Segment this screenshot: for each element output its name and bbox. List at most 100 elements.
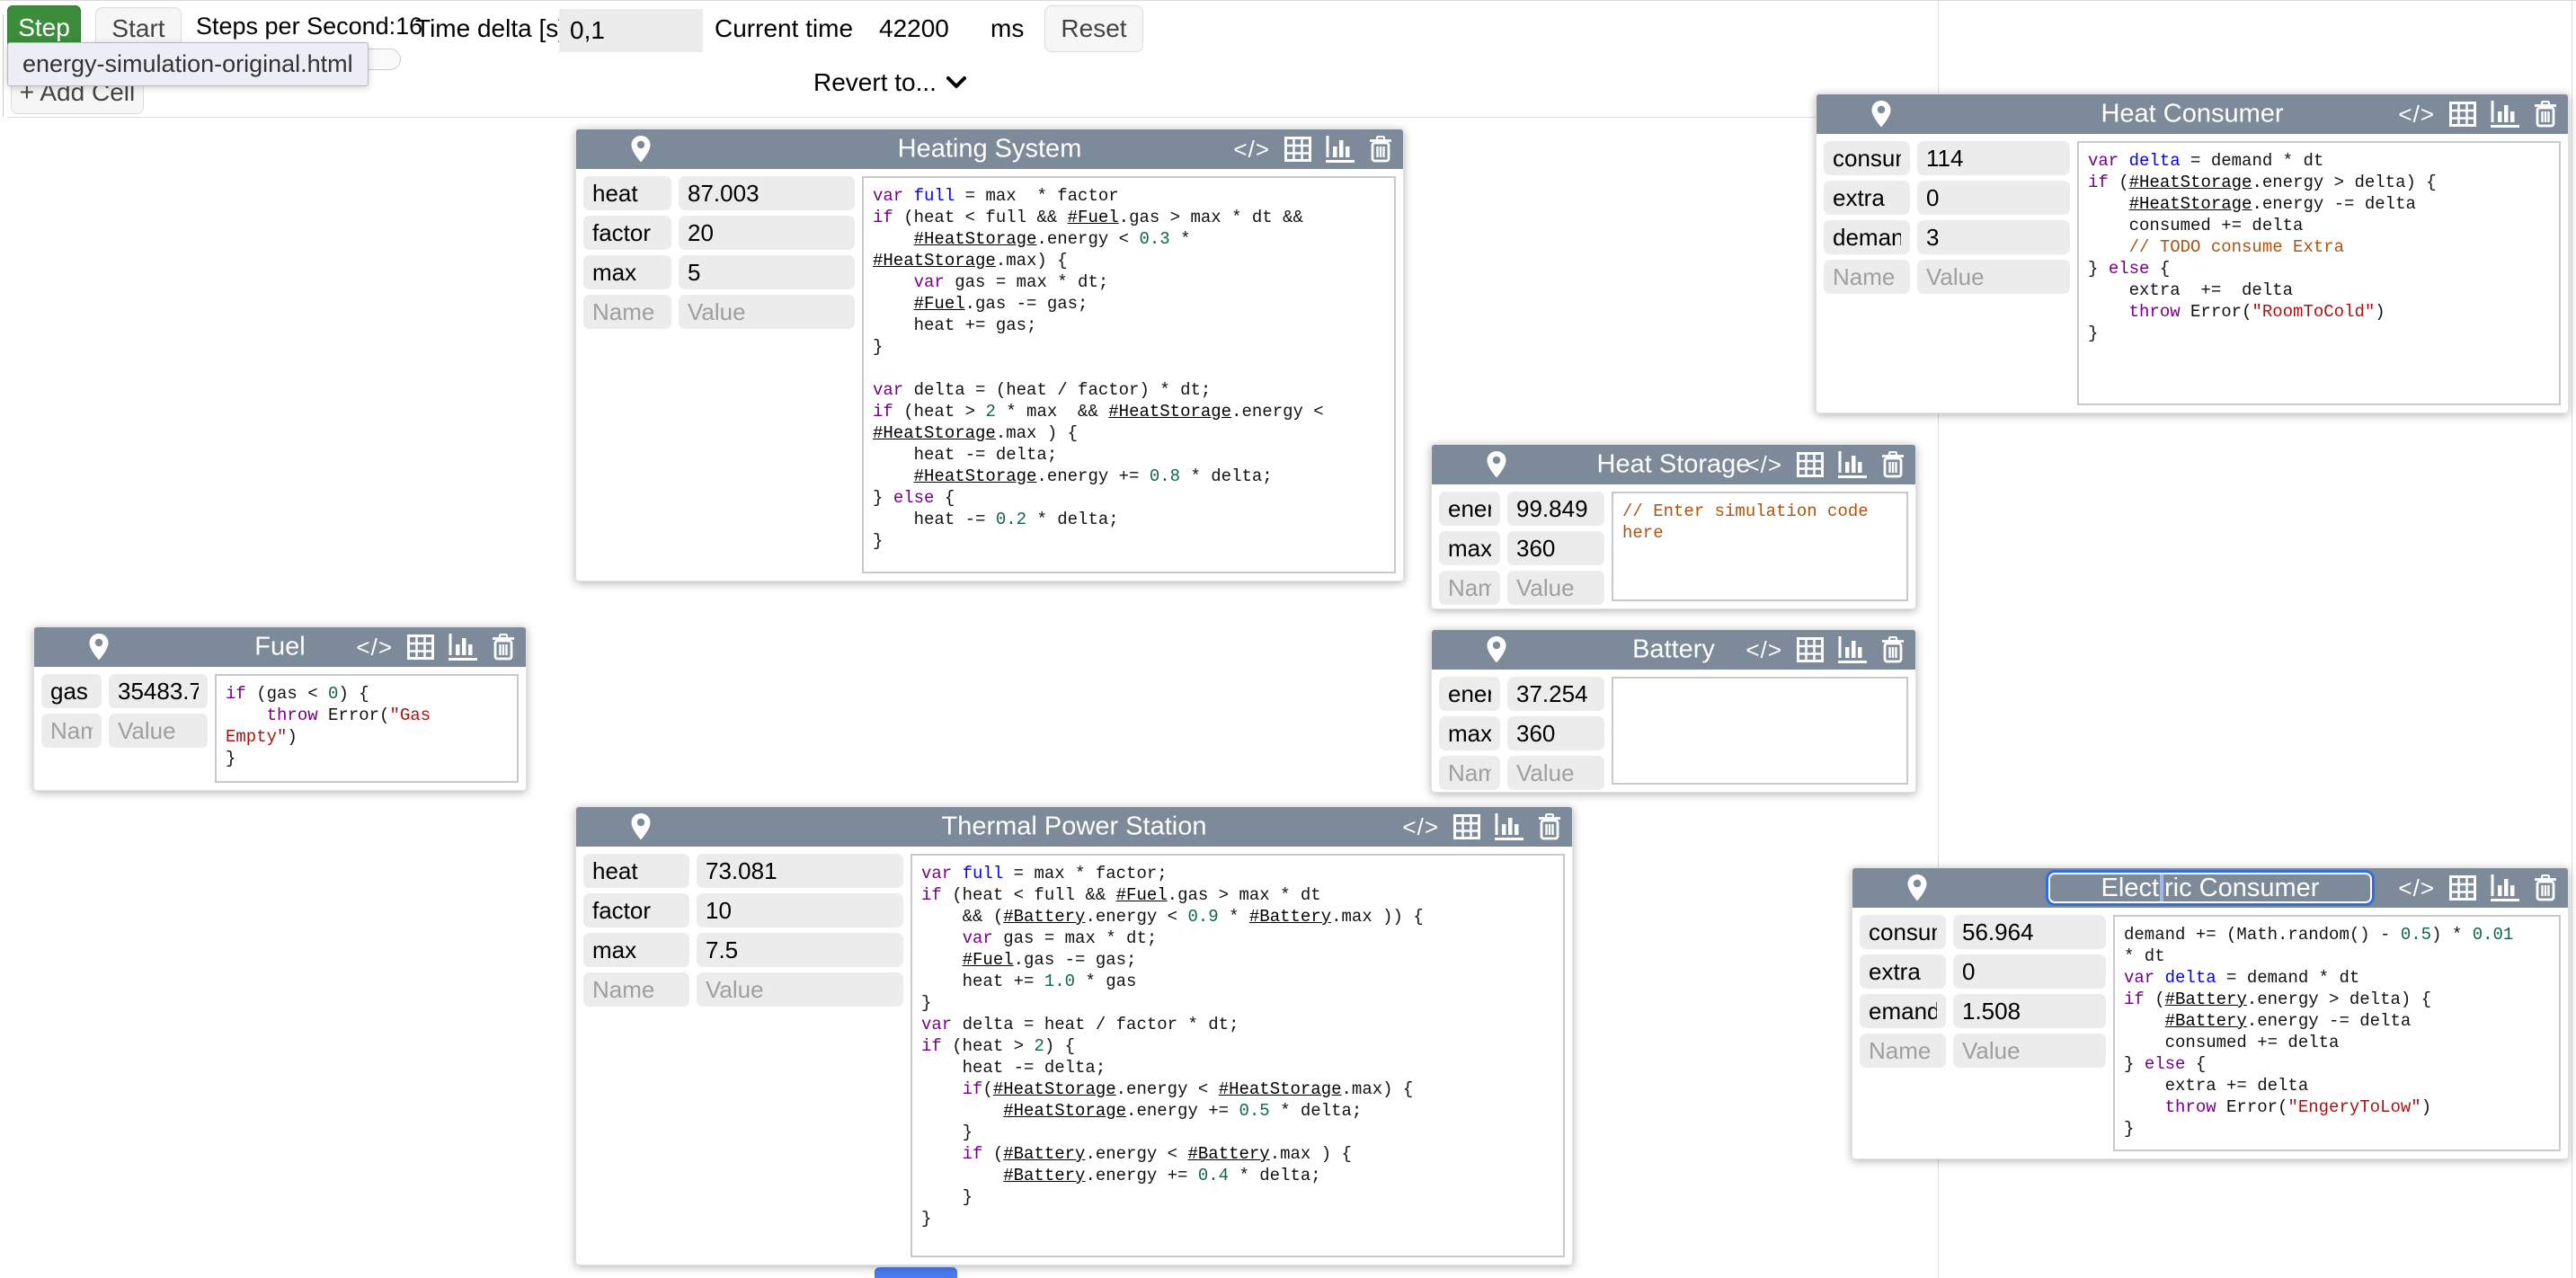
chart-view-icon[interactable]	[2491, 874, 2519, 901]
table-view-icon[interactable]	[1453, 814, 1480, 839]
code-editor[interactable]: if (gas < 0) { throw Error("GasEmpty")}	[215, 674, 519, 783]
trash-icon[interactable]	[1538, 813, 1561, 840]
menu-icon[interactable]	[1444, 455, 1471, 475]
variable-name-input[interactable]	[1860, 994, 1946, 1028]
variable-value-input[interactable]	[1507, 492, 1604, 526]
menu-icon[interactable]	[1829, 104, 1856, 125]
trash-icon[interactable]	[2534, 101, 2557, 128]
cell-header[interactable]: Battery </>	[1432, 630, 1915, 670]
variable-name-input[interactable]	[41, 714, 102, 748]
cell-title[interactable]: Fuel	[254, 633, 305, 662]
cell-title[interactable]: Heat Storage	[1597, 450, 1751, 480]
table-view-icon[interactable]	[1797, 637, 1824, 662]
cell-header[interactable]: Heat Consumer </>	[1817, 94, 2568, 134]
trash-icon[interactable]	[1369, 136, 1392, 163]
partial-blue-button[interactable]	[875, 1267, 957, 1278]
menu-icon[interactable]	[1444, 640, 1471, 661]
variable-name-input[interactable]	[583, 933, 689, 967]
cell-title[interactable]: Thermal Power Station	[942, 812, 1207, 842]
revert-dropdown[interactable]: Revert to...	[813, 68, 967, 97]
variable-value-input[interactable]	[1953, 915, 2106, 949]
cell-title[interactable]: Heat Consumer	[2101, 100, 2283, 129]
table-view-icon[interactable]	[407, 635, 434, 660]
code-view-icon[interactable]: </>	[1402, 813, 1439, 841]
cell-header[interactable]: Heat Storage </>	[1432, 445, 1915, 484]
code-editor[interactable]: var full = max * factor;if (heat < full …	[910, 854, 1565, 1257]
variable-name-input[interactable]	[1824, 220, 1910, 254]
cell-header[interactable]: Electric Consumer </>	[1852, 868, 2568, 908]
table-view-icon[interactable]	[1284, 137, 1311, 162]
variable-value-input[interactable]	[109, 674, 208, 708]
menu-icon[interactable]	[47, 637, 74, 658]
variable-value-input[interactable]	[679, 216, 855, 250]
chart-view-icon[interactable]	[1838, 636, 1867, 663]
variable-value-input[interactable]	[697, 893, 903, 927]
code-view-icon[interactable]: </>	[2398, 101, 2435, 129]
code-view-icon[interactable]: </>	[2398, 874, 2435, 902]
variable-name-input[interactable]	[1439, 677, 1500, 711]
trash-icon[interactable]	[1881, 451, 1905, 478]
variable-name-input[interactable]	[1439, 571, 1500, 605]
variable-value-input[interactable]	[1917, 181, 2070, 215]
variable-value-input[interactable]	[1507, 756, 1604, 790]
variable-value-input[interactable]	[1917, 260, 2070, 294]
cell-header[interactable]: Heating System </>	[576, 129, 1403, 169]
menu-icon[interactable]	[589, 139, 616, 160]
variable-value-input[interactable]	[109, 714, 208, 748]
chart-view-icon[interactable]	[1838, 451, 1867, 478]
code-view-icon[interactable]: </>	[356, 634, 393, 661]
table-view-icon[interactable]	[2449, 102, 2476, 127]
variable-value-input[interactable]	[679, 295, 855, 329]
location-pin-icon[interactable]	[1486, 450, 1507, 479]
variable-name-input[interactable]	[1860, 954, 1946, 989]
variable-value-input[interactable]	[1917, 141, 2070, 175]
variable-name-input[interactable]	[1439, 716, 1500, 750]
variable-value-input[interactable]	[697, 933, 903, 967]
trash-icon[interactable]	[2534, 874, 2557, 901]
table-view-icon[interactable]	[2449, 875, 2476, 901]
code-view-icon[interactable]: </>	[1233, 136, 1270, 164]
variable-value-input[interactable]	[1507, 677, 1604, 711]
chart-view-icon[interactable]	[2491, 101, 2519, 128]
variable-name-input[interactable]	[1824, 181, 1910, 215]
variable-name-input[interactable]	[1824, 260, 1910, 294]
trash-icon[interactable]	[492, 634, 515, 661]
variable-name-input[interactable]	[583, 176, 671, 210]
variable-value-input[interactable]	[1917, 220, 2070, 254]
variable-value-input[interactable]	[679, 255, 855, 289]
location-pin-icon[interactable]	[1906, 874, 1928, 902]
variable-value-input[interactable]	[1953, 1034, 2106, 1068]
variable-name-input[interactable]	[583, 255, 671, 289]
variable-value-input[interactable]	[697, 972, 903, 1007]
variable-value-input[interactable]	[1953, 994, 2106, 1028]
variable-value-input[interactable]	[1953, 954, 2106, 989]
variable-name-input[interactable]	[1860, 915, 1946, 949]
code-editor[interactable]: // Enter simulation codehere	[1612, 492, 1908, 601]
chart-view-icon[interactable]	[449, 634, 477, 661]
code-view-icon[interactable]: </>	[1745, 451, 1782, 479]
code-editor[interactable]: var full = max * factorif (heat < full &…	[862, 176, 1396, 573]
code-editor[interactable]: demand += (Math.random() - 0.5) * 0.01* …	[2113, 915, 2561, 1151]
variable-name-input[interactable]	[583, 972, 689, 1007]
variable-name-input[interactable]	[1860, 1034, 1946, 1068]
variable-name-input[interactable]	[41, 674, 102, 708]
code-view-icon[interactable]: </>	[1745, 636, 1782, 664]
table-view-icon[interactable]	[1797, 452, 1824, 477]
location-pin-icon[interactable]	[88, 633, 110, 661]
cell-title[interactable]: Electric Consumer	[2046, 870, 2375, 906]
location-pin-icon[interactable]	[1486, 635, 1507, 664]
variable-value-input[interactable]	[679, 176, 855, 210]
variable-value-input[interactable]	[1507, 716, 1604, 750]
location-pin-icon[interactable]	[630, 135, 652, 164]
code-editor[interactable]	[1612, 677, 1908, 785]
menu-icon[interactable]	[589, 817, 616, 838]
variable-name-input[interactable]	[1439, 531, 1500, 565]
variable-name-input[interactable]	[1439, 492, 1500, 526]
menu-icon[interactable]	[1865, 878, 1892, 899]
variable-name-input[interactable]	[1824, 141, 1910, 175]
code-editor[interactable]: var delta = demand * dtif (#HeatStorage.…	[2077, 141, 2561, 405]
variable-value-input[interactable]	[697, 854, 903, 888]
reset-button[interactable]: Reset	[1044, 5, 1143, 52]
chart-view-icon[interactable]	[1495, 813, 1523, 840]
variable-name-input[interactable]	[583, 295, 671, 329]
